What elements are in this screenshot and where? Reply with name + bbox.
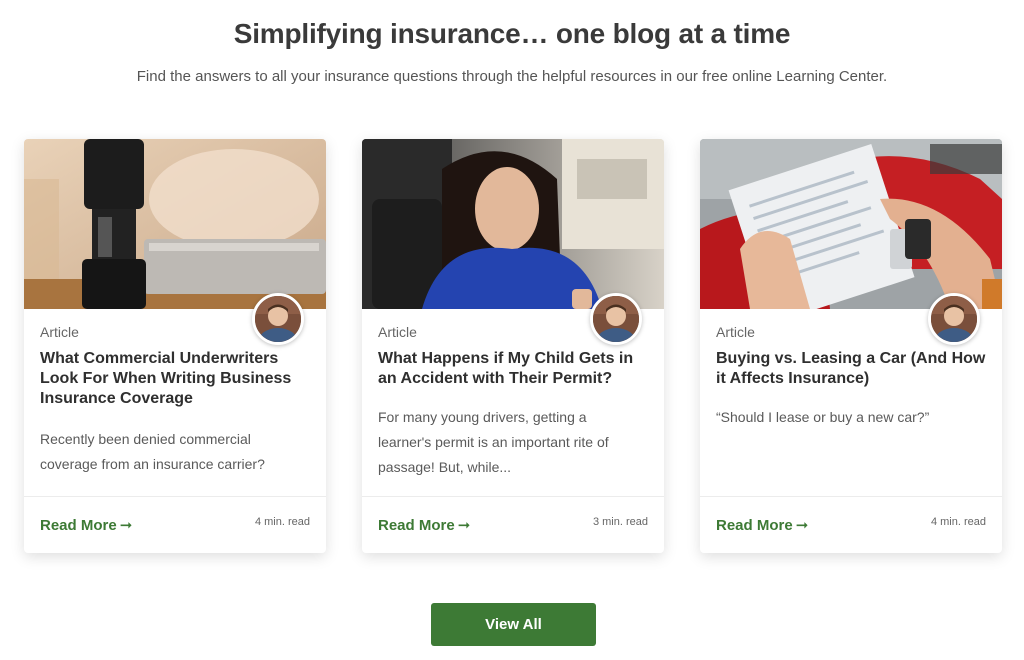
author-avatar xyxy=(590,293,642,345)
card-divider xyxy=(362,496,664,497)
blog-card: Article What Happens if My Child Gets in… xyxy=(362,139,664,553)
page-subtitle: Find the answers to all your insurance q… xyxy=(136,68,888,85)
read-more-link[interactable]: Read More ➞ xyxy=(40,516,132,534)
arrow-right-icon: ➞ xyxy=(457,517,471,534)
blog-card: Article Buying vs. Leasing a Car (And Ho… xyxy=(700,139,1002,553)
page-title: Simplifying insurance… one blog at a tim… xyxy=(233,18,791,49)
card-image-car-lease[interactable] xyxy=(700,139,1002,309)
blog-card: Article What Commercial Underwriters Loo… xyxy=(24,139,326,553)
card-divider xyxy=(700,496,1002,497)
card-image-notary-stamp[interactable] xyxy=(24,139,326,309)
card-title[interactable]: Buying vs. Leasing a Car (And How it Aff… xyxy=(716,349,988,389)
card-excerpt: “Should I lease or buy a new car?” xyxy=(716,409,930,425)
read-time: 4 min. read xyxy=(930,516,986,528)
read-time: 4 min. read xyxy=(254,516,310,528)
arrow-right-icon: ➞ xyxy=(119,517,133,534)
card-category: Article xyxy=(40,324,79,340)
card-excerpt: Recently been denied commercial coverage… xyxy=(40,431,265,472)
card-category: Article xyxy=(716,324,755,340)
view-all-button[interactable]: View All xyxy=(431,603,596,646)
card-title[interactable]: What Commercial Underwriters Look For Wh… xyxy=(40,349,312,409)
card-image-teen-driver[interactable] xyxy=(362,139,664,309)
card-excerpt: For many young drivers, getting a learne… xyxy=(378,409,609,475)
read-more-link[interactable]: Read More ➞ xyxy=(716,516,808,534)
arrow-right-icon: ➞ xyxy=(795,517,809,534)
card-category: Article xyxy=(378,324,417,340)
card-divider xyxy=(24,496,326,497)
card-title[interactable]: What Happens if My Child Gets in an Acci… xyxy=(378,349,650,389)
read-more-link[interactable]: Read More ➞ xyxy=(378,516,470,534)
blog-card-grid: Article What Commercial Underwriters Loo… xyxy=(24,139,1004,559)
author-avatar xyxy=(252,293,304,345)
author-avatar xyxy=(928,293,980,345)
read-time: 3 min. read xyxy=(592,516,648,528)
